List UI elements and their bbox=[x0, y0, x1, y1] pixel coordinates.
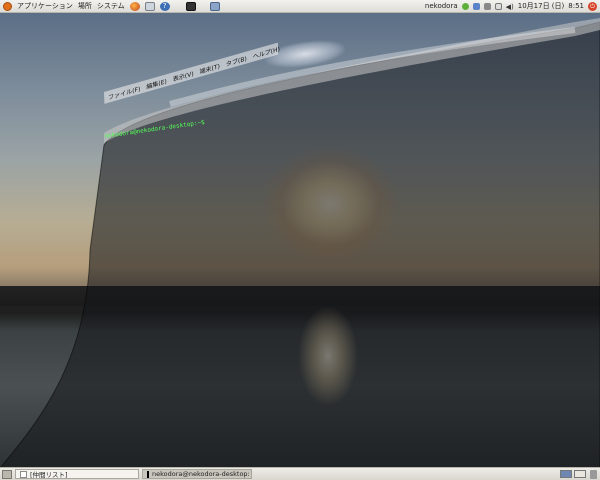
wallpaper-horizon bbox=[0, 286, 600, 306]
help-launcher-icon[interactable]: ? bbox=[159, 1, 170, 11]
update-notifier-icon[interactable] bbox=[483, 2, 491, 10]
network-icon[interactable] bbox=[472, 2, 480, 10]
screenshot-launcher-icon[interactable] bbox=[209, 1, 220, 11]
mail-notification-icon[interactable] bbox=[494, 2, 502, 10]
top-panel-right: nekodora ◀) 10月17日 (日) 8:51 ⏻ bbox=[425, 1, 600, 11]
firefox-launcher-icon[interactable] bbox=[129, 1, 140, 11]
top-panel: アプリケーション 場所 システム ? nekodora ◀) 10月17日 (日… bbox=[0, 0, 600, 13]
workspace-2[interactable] bbox=[574, 470, 586, 478]
trash-icon[interactable] bbox=[590, 469, 597, 479]
workspace-1[interactable] bbox=[560, 470, 572, 478]
power-icon[interactable]: ⏻ bbox=[588, 1, 597, 11]
ubuntu-logo-icon[interactable] bbox=[3, 1, 12, 11]
taskbar-item-label: nekodora@nekodora-desktop: ~ bbox=[152, 470, 252, 478]
messenger-status-icon[interactable] bbox=[461, 2, 469, 10]
mail-launcher-icon[interactable] bbox=[144, 1, 155, 11]
places-menu[interactable]: 場所 bbox=[78, 1, 92, 11]
taskbar-item-terminal[interactable]: nekodora@nekodora-desktop: ~ bbox=[142, 469, 252, 479]
wallpaper-sun-reflection bbox=[298, 306, 358, 406]
clock-time[interactable]: 8:51 bbox=[568, 2, 584, 10]
applications-menu[interactable]: アプリケーション bbox=[17, 1, 73, 11]
top-panel-left: アプリケーション 場所 システム ? bbox=[0, 1, 220, 11]
taskbar-item-buddy-list[interactable]: [仲間リスト] bbox=[15, 469, 139, 479]
workspace-switcher bbox=[560, 470, 586, 478]
clock-date[interactable]: 10月17日 (日) bbox=[518, 1, 565, 11]
system-menu[interactable]: システム bbox=[97, 1, 125, 11]
buddy-list-icon bbox=[20, 470, 27, 478]
volume-icon[interactable]: ◀) bbox=[506, 3, 514, 11]
taskbar-item-label: [仲間リスト] bbox=[30, 471, 68, 479]
user-name[interactable]: nekodora bbox=[425, 2, 458, 10]
bottom-panel: [仲間リスト] nekodora@nekodora-desktop: ~ bbox=[0, 467, 600, 480]
terminal-launcher-icon[interactable] bbox=[185, 1, 196, 11]
show-desktop-icon[interactable] bbox=[2, 469, 12, 479]
terminal-icon bbox=[147, 470, 149, 478]
